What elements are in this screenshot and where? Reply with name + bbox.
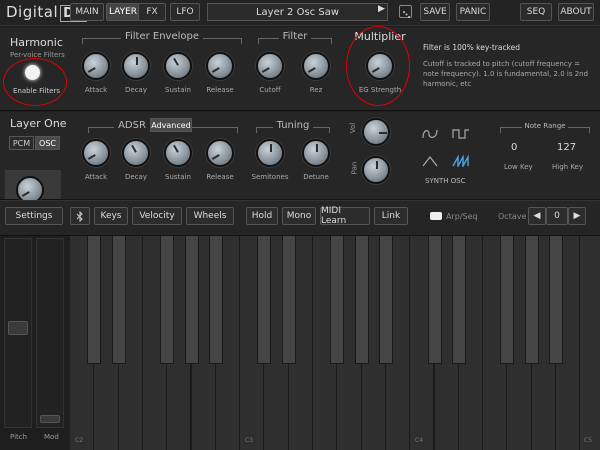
pitch-wheel-handle[interactable] <box>8 321 28 335</box>
mod-label: Mod <box>44 433 59 441</box>
note-label-c2: C2 <box>75 437 84 444</box>
tab-main[interactable]: MAIN <box>70 3 104 21</box>
dice-icon[interactable] <box>399 5 412 18</box>
black-key[interactable] <box>524 236 539 364</box>
tab-lfo[interactable]: LFO <box>170 3 200 21</box>
preset-name[interactable]: Layer 2 Osc Saw <box>207 3 388 21</box>
amp-sustain-knob[interactable] <box>164 139 192 167</box>
filter-sustain-knob[interactable] <box>164 52 192 80</box>
black-key[interactable] <box>427 236 442 364</box>
square-wave-icon[interactable] <box>452 125 470 144</box>
amp-decay-knob[interactable] <box>122 139 150 167</box>
adsr-title: ADSR <box>114 120 150 131</box>
logo-text: Digital <box>6 3 59 21</box>
octave-up-icon[interactable]: ▶ <box>568 207 586 225</box>
rez-label: Rez <box>309 86 323 94</box>
filter-info-heading: Filter is 100% key-tracked <box>423 43 521 52</box>
filter-title: Filter <box>278 31 312 42</box>
semitones-label: Semitones <box>251 173 289 181</box>
triangle-wave-icon[interactable] <box>422 152 438 171</box>
keys-button[interactable]: Keys <box>94 207 128 225</box>
black-key[interactable] <box>257 236 272 364</box>
white-key[interactable] <box>580 236 600 450</box>
settings-button[interactable]: Settings <box>5 207 63 225</box>
detune-label: Detune <box>303 173 329 181</box>
filter-info-body: Cutoff is tracked to pitch (cutoff frequ… <box>423 60 589 88</box>
amp-release-label: Release <box>206 173 234 181</box>
black-key[interactable] <box>378 236 393 364</box>
amp-release-knob[interactable] <box>206 139 234 167</box>
black-key[interactable] <box>160 236 175 364</box>
vol-knob[interactable] <box>362 118 390 146</box>
bluetooth-icon[interactable] <box>70 207 90 225</box>
note-label-c4: C4 <box>415 437 424 444</box>
pitch-wheel[interactable] <box>4 238 32 428</box>
low-key-label: Low Key <box>504 163 533 171</box>
saw-wave-icon[interactable] <box>452 152 470 171</box>
mono-button[interactable]: Mono <box>282 207 316 225</box>
save-button[interactable]: SAVE <box>420 3 450 21</box>
filter-decay-knob[interactable] <box>122 52 150 80</box>
sine-wave-icon[interactable] <box>422 125 438 144</box>
low-key-value[interactable]: 0 <box>511 142 517 153</box>
amp-attack-knob[interactable] <box>82 139 110 167</box>
mod-wheel[interactable] <box>36 238 64 428</box>
vol-label: Vol <box>349 122 358 134</box>
layer-title: Layer One <box>10 117 67 130</box>
filter-attack-knob[interactable] <box>82 52 110 80</box>
octave-down-icon[interactable]: ◀ <box>528 207 546 225</box>
filter-info: Filter is 100% key-tracked Cutoff is tra… <box>423 43 593 89</box>
black-key[interactable] <box>87 236 102 364</box>
midi-learn-button[interactable]: MIDI Learn <box>320 206 370 226</box>
filter-release-label: Release <box>206 86 234 94</box>
tab-layer[interactable]: LAYER <box>106 3 140 21</box>
high-key-value[interactable]: 127 <box>557 142 576 153</box>
pan-knob[interactable] <box>362 156 390 184</box>
cutoff-label: Cutoff <box>259 86 281 94</box>
panic-button[interactable]: PANIC <box>456 3 490 21</box>
black-key[interactable] <box>184 236 199 364</box>
pitch-label: Pitch <box>10 433 28 441</box>
black-key[interactable] <box>549 236 563 364</box>
seq-button[interactable]: SEQ <box>520 3 552 21</box>
link-button[interactable]: Link <box>374 207 408 225</box>
cutoff-knob[interactable] <box>256 52 284 80</box>
octave-value: 0 <box>546 207 568 225</box>
about-button[interactable]: ABOUT <box>558 3 594 21</box>
wheels-button[interactable]: Wheels <box>186 207 234 225</box>
harmonic-title: Harmonic <box>10 36 63 49</box>
advanced-button[interactable]: Advanced <box>150 118 192 132</box>
black-key[interactable] <box>111 236 126 364</box>
annotation-circle <box>346 26 410 106</box>
arp-seq-toggle[interactable] <box>430 212 442 220</box>
black-key[interactable] <box>208 236 223 364</box>
preset-next-icon[interactable]: ▶ <box>378 4 385 14</box>
detune-knob[interactable] <box>302 139 330 167</box>
octave-label: Octave <box>498 212 527 221</box>
high-key-label: High Key <box>552 163 584 171</box>
black-key[interactable] <box>500 236 515 364</box>
black-key[interactable] <box>354 236 369 364</box>
velocity-button[interactable]: Velocity <box>132 207 182 225</box>
note-range-title: Note Range <box>521 122 569 130</box>
synth-osc-label: SYNTH OSC <box>425 177 466 185</box>
pcm-button[interactable]: PCM <box>9 136 34 150</box>
filter-release-knob[interactable] <box>206 52 234 80</box>
note-label-c3: C3 <box>245 437 254 444</box>
note-label-c5: C5 <box>584 437 593 444</box>
arp-seq-label: Arp/Seq <box>446 212 478 221</box>
black-key[interactable] <box>281 236 296 364</box>
black-key[interactable] <box>451 236 466 364</box>
filter-envelope-title: Filter Envelope <box>120 31 204 42</box>
mod-wheel-handle[interactable] <box>40 415 60 423</box>
pan-label: Pan <box>350 161 359 175</box>
annotation-circle <box>3 58 67 106</box>
tuning-title: Tuning <box>272 120 314 131</box>
hold-button[interactable]: Hold <box>246 207 278 225</box>
tab-fx[interactable]: FX <box>138 3 166 21</box>
black-key[interactable] <box>330 236 345 364</box>
osc-button[interactable]: OSC <box>35 136 60 150</box>
semitones-knob[interactable] <box>256 139 284 167</box>
rez-knob[interactable] <box>302 52 330 80</box>
